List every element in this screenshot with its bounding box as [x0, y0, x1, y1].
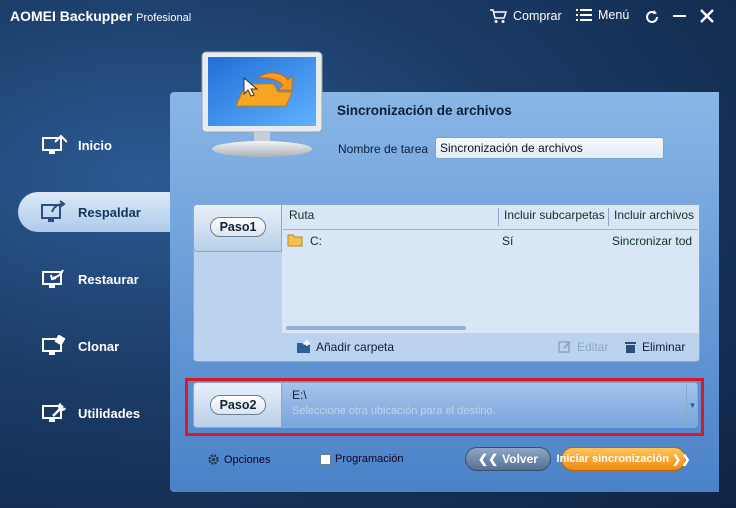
row-files: Sincronizar tod — [612, 234, 693, 248]
delete-button[interactable]: Eliminar — [624, 340, 685, 354]
column-header-subcarpetas[interactable]: Incluir subcarpetas — [504, 208, 605, 222]
double-chevron-left-icon: ❮❮ — [478, 452, 499, 466]
app-edition: Profesional — [136, 12, 192, 24]
checkbox[interactable] — [320, 453, 331, 465]
sidebar-item-clonar[interactable]: Clonar — [0, 326, 168, 366]
back-button[interactable]: ❮❮ Volver — [465, 447, 551, 471]
step1-tab: Paso1 — [193, 204, 282, 252]
highlight-box — [185, 378, 704, 436]
column-header-archivos[interactable]: Incluir archivos — [614, 208, 694, 222]
page-title: Sincronización de archivos — [337, 103, 512, 118]
tools-icon — [40, 401, 68, 425]
header-divider — [283, 229, 698, 230]
sidebar-item-restaurar[interactable]: Restaurar — [0, 259, 168, 299]
trash-icon — [625, 342, 636, 353]
sidebar-item-utilidades[interactable]: Utilidades — [0, 393, 168, 433]
home-icon — [40, 133, 68, 157]
double-chevron-right-icon: ❯❯ — [672, 453, 691, 466]
refresh-icon — [646, 10, 658, 23]
step1-pill: Paso1 — [210, 217, 266, 237]
options-link[interactable]: Opciones — [207, 453, 270, 466]
menu-button[interactable]: Menú — [576, 8, 629, 22]
folder-icon — [287, 233, 303, 252]
sync-monitor-illustration — [201, 51, 323, 157]
close-icon — [700, 9, 714, 23]
column-header-ruta[interactable]: Ruta — [289, 208, 314, 222]
task-name-label: Nombre de tarea — [338, 142, 429, 156]
row-subfolders: Sí — [502, 234, 514, 248]
sidebar-item-respaldar[interactable]: Respaldar — [18, 192, 170, 232]
gear-icon — [208, 454, 219, 465]
column-divider — [498, 208, 499, 226]
row-path[interactable]: C: — [310, 234, 322, 248]
menu-icon — [576, 9, 592, 21]
close-button[interactable] — [700, 9, 714, 28]
add-folder-button[interactable]: Añadir carpeta — [296, 340, 394, 354]
task-name-input[interactable] — [435, 137, 664, 159]
buy-button[interactable]: Comprar — [489, 8, 562, 24]
clone-icon — [40, 334, 68, 358]
cart-icon — [490, 9, 507, 23]
start-sync-button[interactable]: Iniciar sincronización ❯❯ — [557, 447, 690, 471]
column-divider — [608, 208, 609, 226]
backup-icon — [40, 200, 68, 224]
sidebar-item-inicio[interactable]: Inicio — [0, 125, 168, 165]
source-table — [282, 205, 699, 333]
edit-button[interactable]: Editar — [558, 340, 608, 354]
app-title: AOMEI Backupper Profesional — [10, 8, 192, 24]
restore-icon — [40, 267, 68, 291]
add-folder-icon — [297, 340, 310, 353]
minimize-button[interactable] — [673, 15, 686, 17]
edit-icon — [558, 341, 571, 353]
horizontal-scrollbar[interactable] — [286, 326, 466, 330]
schedule-checkbox[interactable]: Programación — [320, 453, 403, 465]
refresh-button[interactable] — [644, 9, 660, 30]
